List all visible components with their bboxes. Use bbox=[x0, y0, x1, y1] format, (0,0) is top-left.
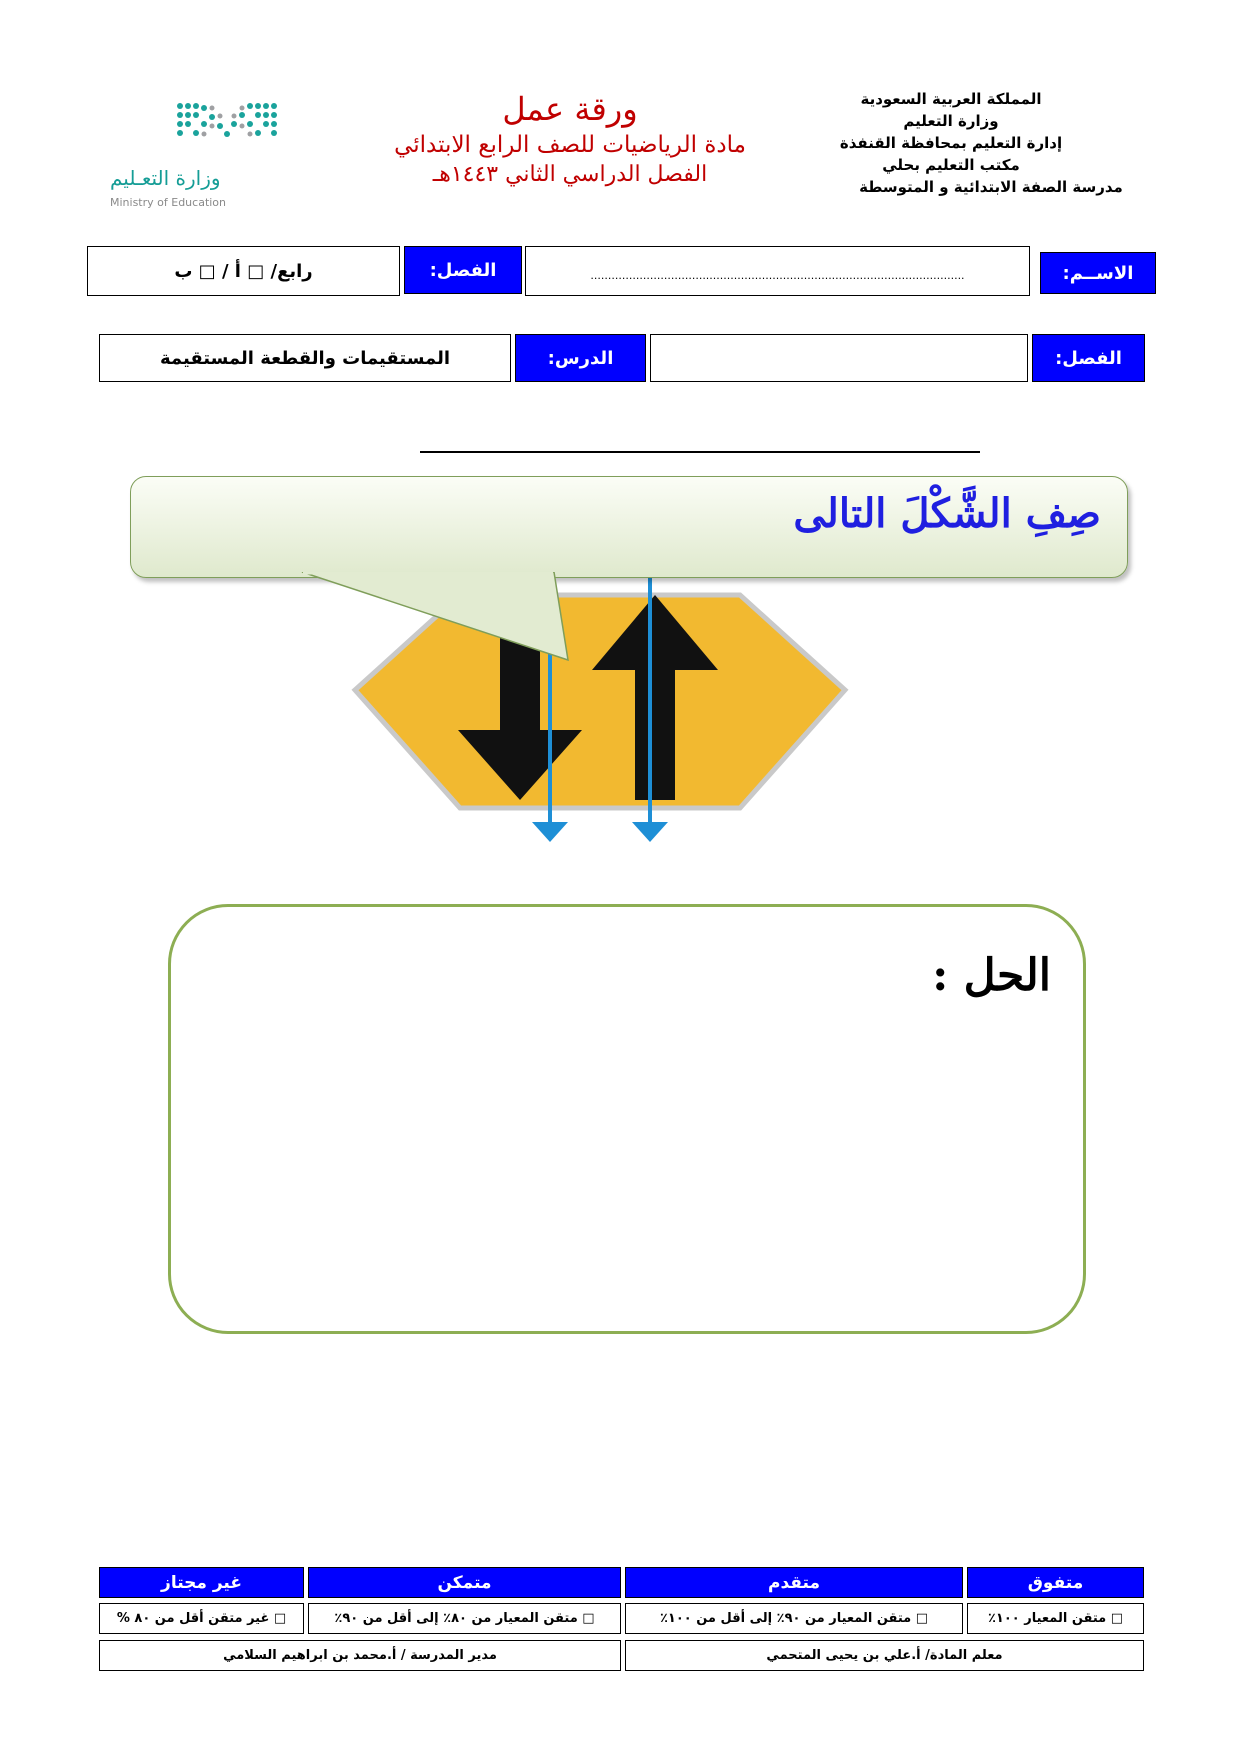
answer-label: الحل : bbox=[932, 950, 1051, 1001]
level-header-excellent: متفوق bbox=[967, 1567, 1144, 1598]
name-field[interactable]: ........................................… bbox=[525, 246, 1030, 296]
kingdom-line-5: مدرسة الصفة الابتدائية و المتوسطة bbox=[859, 178, 1123, 196]
logo-english-text: Ministry of Education bbox=[110, 196, 227, 209]
worksheet-titles: ورقة عمل مادة الرياضيات للصف الرابع الاب… bbox=[320, 88, 820, 190]
teacher-name: معلم المادة/ أ.علي بن يحيى المتحمي bbox=[625, 1640, 1144, 1671]
level-header-proficient: متمكن bbox=[308, 1567, 621, 1598]
chapter-label: الفصل: bbox=[1032, 334, 1145, 382]
worksheet-subject: مادة الرياضيات للصف الرابع الابتدائي bbox=[394, 132, 746, 158]
ministry-logo: وزارة التعـليم Ministry of Education bbox=[100, 96, 290, 216]
class-label: الفصل: bbox=[404, 246, 522, 294]
chapter-field[interactable] bbox=[650, 334, 1028, 382]
level-header-failed: غير مجتاز bbox=[99, 1567, 304, 1598]
criterion-excellent[interactable]: □ متقن المعيار ١٠٠٪ bbox=[967, 1603, 1144, 1634]
kingdom-line-2: وزارة التعليم bbox=[903, 112, 999, 130]
principal-name: مدير المدرسة / أ.محمد بن ابراهيم السلامي bbox=[99, 1640, 621, 1671]
kingdom-line-4: مكتب التعليم بحلي bbox=[882, 156, 1020, 174]
question-prompt: صِفِ الشَّكْلَ التالى bbox=[793, 490, 1101, 537]
criterion-failed[interactable]: □ غير متقن أقل من ٨٠ % bbox=[99, 1603, 304, 1634]
level-header-advanced: متقدم bbox=[625, 1567, 963, 1598]
kingdom-line-1: المملكة العربية السعودية bbox=[860, 90, 1042, 108]
lesson-label: الدرس: bbox=[515, 334, 646, 382]
kingdom-header: المملكة العربية السعودية وزارة التعليم إ… bbox=[801, 88, 1123, 198]
criterion-proficient[interactable]: □ متقن المعيار من ٨٠٪ إلى أقل من ٩٠٪ bbox=[308, 1603, 621, 1634]
banner-pointer-icon bbox=[301, 572, 569, 662]
divider-line bbox=[420, 451, 980, 453]
worksheet-title: ورقة عمل bbox=[502, 90, 638, 128]
name-label: الاســم: bbox=[1040, 252, 1156, 294]
lesson-field: المستقيمات والقطعة المستقيمة bbox=[99, 334, 511, 382]
worksheet-term: الفصل الدراسي الثاني ١٤٤٣هـ bbox=[432, 162, 708, 187]
logo-arabic-text: وزارة التعـليم bbox=[110, 166, 221, 190]
kingdom-line-3: إدارة التعليم بمحافظة القنفذة bbox=[839, 134, 1063, 152]
logo-dots-icon bbox=[177, 103, 277, 137]
class-section-field[interactable]: رابع/ □ أ / □ ب bbox=[87, 246, 400, 296]
criterion-advanced[interactable]: □ متقن المعيار من ٩٠٪ إلى أقل من ١٠٠٪ bbox=[625, 1603, 963, 1634]
name-dotted-line: ........................................… bbox=[590, 269, 965, 282]
